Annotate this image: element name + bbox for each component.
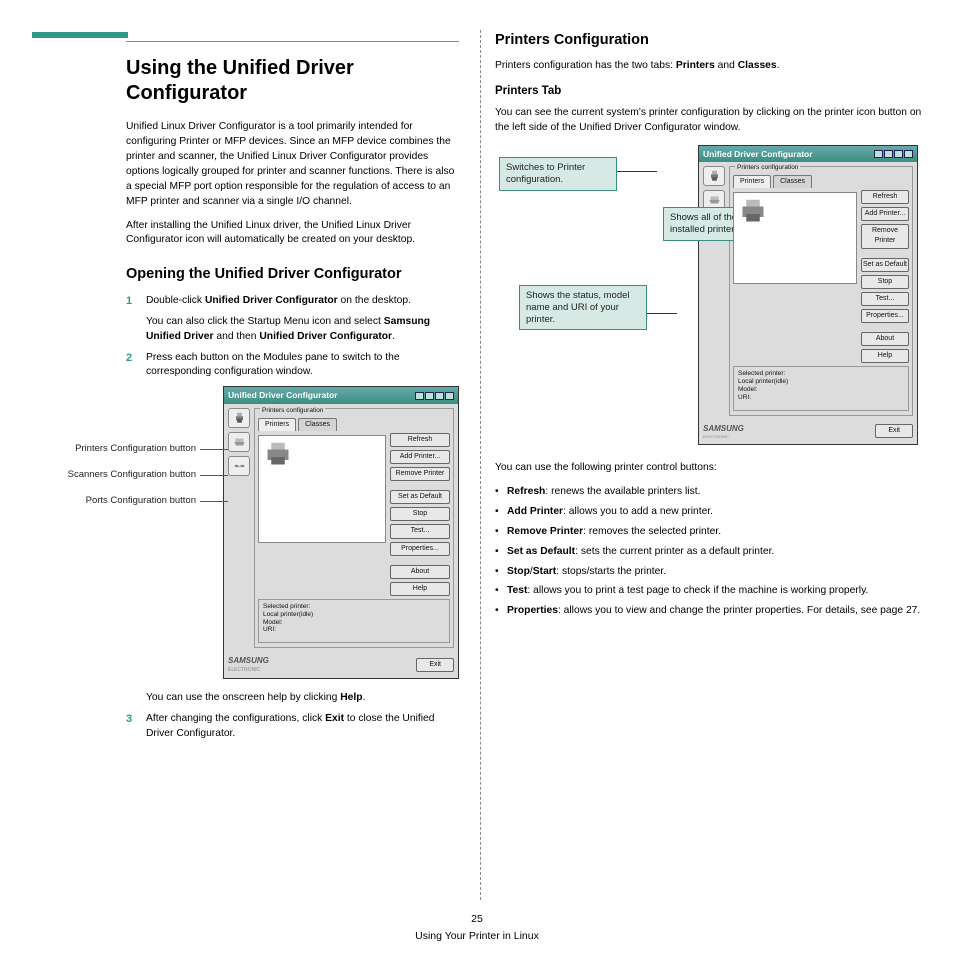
- printers-config-icon[interactable]: [228, 408, 250, 428]
- bullet-test: Test: allows you to print a test page to…: [495, 584, 922, 599]
- stop-button[interactable]: Stop: [390, 507, 450, 521]
- exit-button[interactable]: Exit: [875, 424, 913, 438]
- column-divider: [480, 30, 481, 900]
- printers-config-icon[interactable]: [703, 166, 725, 186]
- step-1: 1 Double-click Unified Driver Configurat…: [126, 294, 459, 345]
- intro-paragraph-1: Unified Linux Driver Configurator is a t…: [126, 120, 459, 210]
- tab-printers[interactable]: Printers: [733, 175, 771, 188]
- figure-1-labels: Printers Configuration button Scanners C…: [32, 436, 232, 514]
- step-number: 3: [126, 712, 132, 728]
- bullet-refresh: Refresh: renews the available printers l…: [495, 485, 922, 500]
- test-button[interactable]: Test...: [390, 524, 450, 538]
- samsung-logo: SAMSUNG: [228, 655, 269, 667]
- app-titlebar: Unified Driver Configurator: [699, 146, 917, 162]
- refresh-button[interactable]: Refresh: [861, 190, 909, 204]
- subheading-opening: Opening the Unified Driver Configurator: [126, 266, 459, 283]
- printers-tab-intro: You can see the current system's printer…: [495, 106, 922, 136]
- app-window: Unified Driver Configurator: [223, 386, 459, 679]
- printer-icon: [738, 197, 768, 225]
- module-pane: [703, 166, 725, 418]
- page-footer: 25 Using Your Printer in Linux: [0, 912, 954, 944]
- printer-list[interactable]: [258, 435, 386, 543]
- app-title-text: Unified Driver Configurator: [703, 148, 813, 160]
- properties-button[interactable]: Properties...: [390, 542, 450, 556]
- app-titlebar: Unified Driver Configurator: [224, 387, 458, 403]
- control-buttons-intro: You can use the following printer contro…: [495, 461, 922, 476]
- app-title-text: Unified Driver Configurator: [228, 389, 338, 401]
- bullet-remove: Remove Printer: removes the selected pri…: [495, 525, 922, 540]
- set-default-button[interactable]: Set as Default: [390, 490, 450, 504]
- app-window-small: Unified Driver Configurator: [698, 145, 918, 445]
- heading-printers-tab: Printers Tab: [495, 83, 922, 100]
- selected-printer-box: Selected printer: Local printer(idle) Mo…: [733, 366, 909, 410]
- help-button[interactable]: Help: [861, 349, 909, 363]
- figure-1: Printers Configuration button Scanners C…: [32, 386, 459, 679]
- control-buttons-list: Refresh: renews the available printers l…: [495, 485, 922, 619]
- bullet-properties: Properties: allows you to view and chang…: [495, 604, 922, 619]
- intro-paragraph-2: After installing the Unified Linux drive…: [126, 219, 459, 249]
- set-default-button[interactable]: Set as Default: [861, 258, 909, 272]
- remove-printer-button[interactable]: Remove Printer: [861, 224, 909, 248]
- heading-main: Using the Unified Driver Configurator: [126, 56, 459, 106]
- step1-text: Double-click Unified Driver Configurator…: [146, 295, 411, 306]
- fieldset-label: Printers configuration: [735, 164, 800, 171]
- step1-subtext: You can also click the Startup Menu icon…: [146, 315, 459, 345]
- about-button[interactable]: About: [861, 332, 909, 346]
- figure-2: Switches to Printer configuration. Shows…: [495, 145, 922, 445]
- printers-config-intro: Printers configuration has the two tabs:…: [495, 59, 922, 74]
- help-button[interactable]: Help: [390, 582, 450, 596]
- printer-icon: [263, 440, 293, 468]
- selected-printer-box: Selected printer: Local printer(idle) Mo…: [258, 599, 450, 643]
- tab-classes[interactable]: Classes: [298, 418, 337, 431]
- bullet-stop: Stop/Start: stops/starts the printer.: [495, 565, 922, 580]
- accent-bar: [32, 32, 128, 38]
- properties-button[interactable]: Properties...: [861, 309, 909, 323]
- onscreen-help-text: You can use the onscreen help by clickin…: [146, 692, 365, 703]
- page-number: 25: [0, 912, 954, 927]
- window-controls: [415, 392, 454, 400]
- printer-list[interactable]: [733, 192, 857, 284]
- step3-text: After changing the configurations, click…: [146, 713, 434, 739]
- window-controls: [874, 150, 913, 158]
- samsung-logo: SAMSUNG: [703, 423, 744, 435]
- step-number: 1: [126, 294, 132, 310]
- bullet-add: Add Printer: allows you to add a new pri…: [495, 505, 922, 520]
- tab-printers[interactable]: Printers: [258, 418, 296, 431]
- callout-status: Shows the status, model name and URI of …: [519, 285, 647, 331]
- stop-button[interactable]: Stop: [861, 275, 909, 289]
- exit-button[interactable]: Exit: [416, 658, 454, 672]
- footer-section: Using Your Printer in Linux: [0, 929, 954, 944]
- add-printer-button[interactable]: Add Printer...: [861, 207, 909, 221]
- step2-text: Press each button on the Modules pane to…: [146, 352, 400, 378]
- step-3: 3 After changing the configurations, cli…: [126, 712, 459, 742]
- heading-printers-config: Printers Configuration: [495, 32, 922, 49]
- about-button[interactable]: About: [390, 565, 450, 579]
- step-2-after: You can use the onscreen help by clickin…: [126, 691, 459, 706]
- tab-classes[interactable]: Classes: [773, 175, 812, 188]
- refresh-button[interactable]: Refresh: [390, 433, 450, 447]
- step-number: 2: [126, 351, 132, 367]
- remove-printer-button[interactable]: Remove Printer: [390, 467, 450, 481]
- bullet-default: Set as Default: sets the current printer…: [495, 545, 922, 560]
- horizontal-rule: [126, 41, 459, 42]
- step-2: 2 Press each button on the Modules pane …: [126, 351, 459, 381]
- fieldset-label: Printers configuration: [260, 407, 325, 414]
- test-button[interactable]: Test...: [861, 292, 909, 306]
- add-printer-button[interactable]: Add Printer...: [390, 450, 450, 464]
- callout-switch: Switches to Printer configuration.: [499, 157, 617, 191]
